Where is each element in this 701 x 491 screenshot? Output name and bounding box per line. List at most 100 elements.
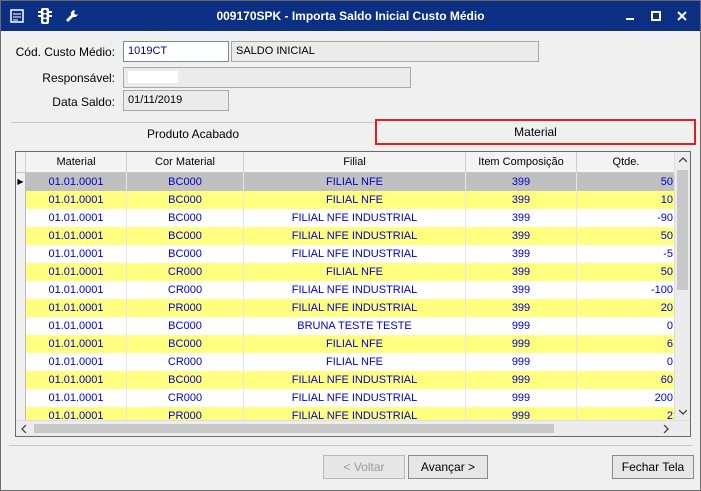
table-cell[interactable]: 999 bbox=[466, 317, 577, 335]
table-cell[interactable]: BC000 bbox=[127, 245, 244, 263]
table-cell[interactable]: BRUNA TESTE TESTE bbox=[244, 317, 466, 335]
vertical-scrollbar[interactable] bbox=[674, 152, 690, 420]
table-row[interactable]: 01.01.0001 CR000 FILIAL NFE INDUSTRIAL 999 2… bbox=[16, 389, 676, 407]
header-qtde[interactable]: Qtde. bbox=[577, 152, 676, 173]
scroll-up-icon[interactable] bbox=[675, 152, 690, 168]
header-item-composicao[interactable]: Item Composição bbox=[466, 152, 577, 173]
tab-material-inner[interactable]: Material bbox=[514, 125, 557, 139]
table-cell[interactable]: FILIAL NFE bbox=[244, 191, 466, 209]
tab-material[interactable]: Material bbox=[375, 119, 696, 145]
table-cell[interactable]: BC000 bbox=[127, 191, 244, 209]
table-row[interactable]: 01.01.0001 BC000 FILIAL NFE INDUSTRIAL 399-… bbox=[16, 209, 676, 227]
table-cell[interactable]: PR000 bbox=[127, 299, 244, 317]
row-indicator[interactable] bbox=[16, 389, 26, 407]
table-cell[interactable]: FILIAL NFE INDUSTRIAL bbox=[244, 371, 466, 389]
table-cell[interactable]: 50 bbox=[577, 263, 676, 281]
table-cell[interactable]: 20 bbox=[577, 299, 676, 317]
table-cell[interactable]: 999 bbox=[466, 353, 577, 371]
table-cell[interactable]: FILIAL NFE bbox=[244, 173, 466, 191]
row-indicator[interactable] bbox=[16, 191, 26, 209]
table-cell[interactable]: 01.01.0001 bbox=[26, 227, 127, 245]
scroll-right-icon[interactable] bbox=[658, 421, 674, 436]
table-row[interactable]: 01.01.0001 BC000 FILIAL NFE 999 6 bbox=[16, 335, 676, 353]
table-cell[interactable]: BC000 bbox=[127, 317, 244, 335]
table-cell[interactable]: 399 bbox=[466, 245, 577, 263]
table-row[interactable]: 01.01.0001 BC000 FILIAL NFE INDUSTRIAL 999 6… bbox=[16, 371, 676, 389]
close-icon[interactable] bbox=[673, 8, 691, 24]
table-cell[interactable]: 10 bbox=[577, 191, 676, 209]
table-row[interactable]: 01.01.0001 CR000 FILIAL NFE 999 0 bbox=[16, 353, 676, 371]
table-cell[interactable]: FILIAL NFE bbox=[244, 263, 466, 281]
row-indicator[interactable] bbox=[16, 209, 26, 227]
table-cell[interactable]: 01.01.0001 bbox=[26, 353, 127, 371]
table-cell[interactable]: 399 bbox=[466, 191, 577, 209]
table-cell[interactable]: BC000 bbox=[127, 173, 244, 191]
table-cell[interactable]: 399 bbox=[466, 299, 577, 317]
table-row[interactable]: 01.01.0001 CR000 FILIAL NFE 399 50 bbox=[16, 263, 676, 281]
table-row[interactable]: 01.01.0001 BC000 FILIAL NFE INDUSTRIAL 399 5… bbox=[16, 227, 676, 245]
table-cell[interactable]: 999 bbox=[466, 389, 577, 407]
table-cell[interactable]: 999 bbox=[466, 335, 577, 353]
table-cell[interactable]: FILIAL NFE bbox=[244, 335, 466, 353]
table-cell[interactable]: 50 bbox=[577, 227, 676, 245]
table-cell[interactable]: CR000 bbox=[127, 263, 244, 281]
table-cell[interactable]: FILIAL NFE INDUSTRIAL bbox=[244, 299, 466, 317]
row-indicator[interactable] bbox=[16, 281, 26, 299]
table-cell[interactable]: FILIAL NFE INDUSTRIAL bbox=[244, 245, 466, 263]
responsavel-field[interactable] bbox=[123, 67, 411, 88]
header-cor-material[interactable]: Cor Material bbox=[127, 152, 244, 173]
table-cell[interactable]: 01.01.0001 bbox=[26, 389, 127, 407]
table-cell[interactable]: BC000 bbox=[127, 335, 244, 353]
row-indicator[interactable] bbox=[16, 353, 26, 371]
avancar-button[interactable]: Avançar > bbox=[408, 455, 488, 479]
table-cell[interactable]: 01.01.0001 bbox=[26, 173, 127, 191]
vertical-scroll-thumb[interactable] bbox=[677, 170, 688, 290]
minimize-icon[interactable] bbox=[621, 8, 639, 24]
table-cell[interactable]: 01.01.0001 bbox=[26, 317, 127, 335]
cod-custo-input[interactable]: 1019CT bbox=[123, 41, 229, 62]
table-cell[interactable]: 60 bbox=[577, 371, 676, 389]
table-cell[interactable]: 01.01.0001 bbox=[26, 299, 127, 317]
table-cell[interactable]: 999 bbox=[466, 371, 577, 389]
table-cell[interactable]: FILIAL NFE bbox=[244, 353, 466, 371]
table-cell[interactable]: CR000 bbox=[127, 281, 244, 299]
table-cell[interactable]: 399 bbox=[466, 281, 577, 299]
horizontal-scrollbar[interactable] bbox=[16, 420, 690, 436]
table-cell[interactable]: BC000 bbox=[127, 209, 244, 227]
row-indicator[interactable] bbox=[16, 263, 26, 281]
row-pointer-icon[interactable]: ▶ bbox=[16, 173, 26, 191]
tab-produto-acabado[interactable]: Produto Acabado bbox=[11, 123, 375, 145]
table-cell[interactable]: BC000 bbox=[127, 371, 244, 389]
table-cell[interactable]: CR000 bbox=[127, 353, 244, 371]
header-filial[interactable]: Filial bbox=[244, 152, 466, 173]
table-row[interactable]: ▶ 01.01.0001 BC000 FILIAL NFE 399 50 bbox=[16, 173, 676, 191]
table-row[interactable]: 01.01.0001 BC000 BRUNA TESTE TESTE 999 0 bbox=[16, 317, 676, 335]
table-cell[interactable]: -5 bbox=[577, 245, 676, 263]
table-cell[interactable]: FILIAL NFE INDUSTRIAL bbox=[244, 281, 466, 299]
table-cell[interactable]: FILIAL NFE INDUSTRIAL bbox=[244, 209, 466, 227]
row-indicator[interactable] bbox=[16, 227, 26, 245]
table-cell[interactable]: 01.01.0001 bbox=[26, 191, 127, 209]
table-cell[interactable]: 01.01.0001 bbox=[26, 209, 127, 227]
table-cell[interactable]: 399 bbox=[466, 209, 577, 227]
table-row[interactable]: 01.01.0001 BC000 FILIAL NFE 399 10 bbox=[16, 191, 676, 209]
table-cell[interactable]: 01.01.0001 bbox=[26, 245, 127, 263]
table-cell[interactable]: CR000 bbox=[127, 389, 244, 407]
table-row[interactable]: 01.01.0001 PR000 FILIAL NFE INDUSTRIAL 399 2… bbox=[16, 299, 676, 317]
table-cell[interactable]: FILIAL NFE INDUSTRIAL bbox=[244, 227, 466, 245]
row-indicator[interactable] bbox=[16, 371, 26, 389]
table-cell[interactable]: 0 bbox=[577, 317, 676, 335]
table-row[interactable]: 01.01.0001 CR000 FILIAL NFE INDUSTRIAL 399-… bbox=[16, 281, 676, 299]
horizontal-scroll-thumb[interactable] bbox=[34, 424, 554, 433]
table-cell[interactable]: 200 bbox=[577, 389, 676, 407]
maximize-icon[interactable] bbox=[647, 8, 665, 24]
table-cell[interactable]: 50 bbox=[577, 173, 676, 191]
table-row[interactable]: 01.01.0001 BC000 FILIAL NFE INDUSTRIAL 399-… bbox=[16, 245, 676, 263]
table-cell[interactable]: FILIAL NFE INDUSTRIAL bbox=[244, 389, 466, 407]
material-grid[interactable]: Material Cor Material Filial Item Compos… bbox=[15, 151, 691, 437]
row-indicator[interactable] bbox=[16, 245, 26, 263]
table-cell[interactable]: 01.01.0001 bbox=[26, 335, 127, 353]
header-material[interactable]: Material bbox=[26, 152, 127, 173]
scroll-left-icon[interactable] bbox=[16, 421, 32, 436]
table-cell[interactable]: 01.01.0001 bbox=[26, 263, 127, 281]
